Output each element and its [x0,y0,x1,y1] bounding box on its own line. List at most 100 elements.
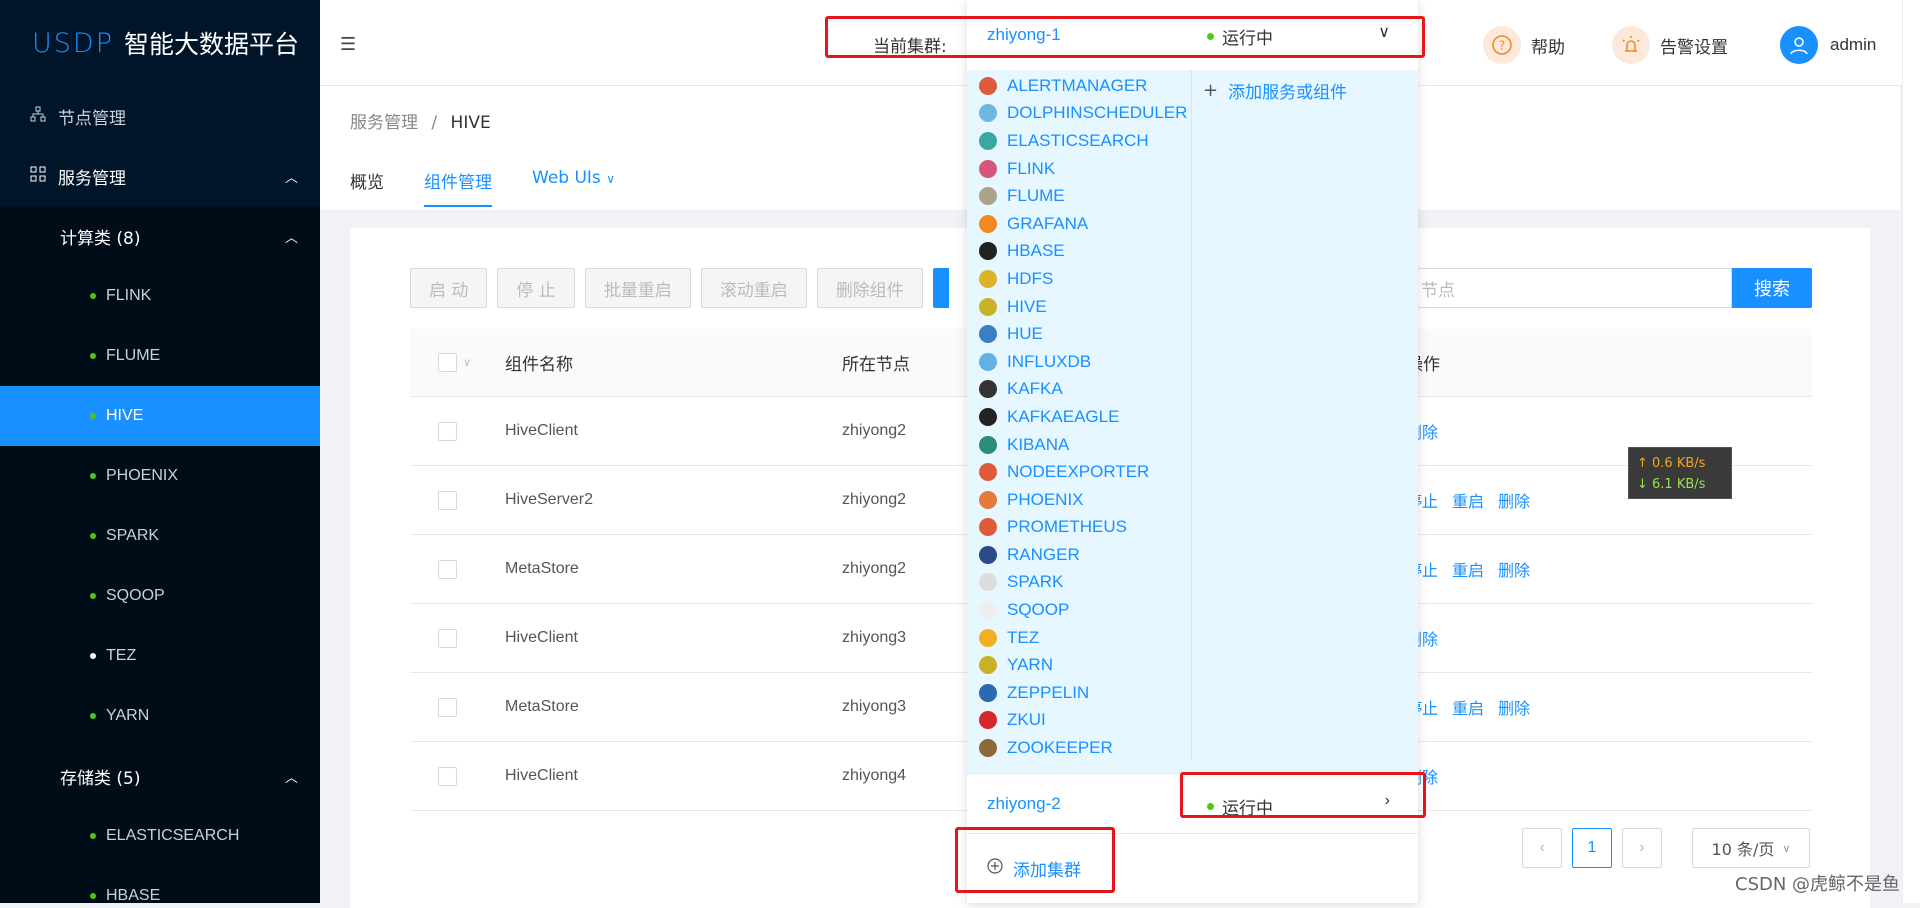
row-checkbox[interactable] [438,697,457,717]
cluster-status: 运行中 [1207,24,1273,49]
row-checkbox[interactable] [438,628,457,648]
restart-link[interactable]: 重启 [1452,557,1484,581]
sidebar-item-hive[interactable]: HIVE [0,386,320,446]
select-all-checkbox[interactable] [438,353,457,372]
row-checkbox[interactable] [438,766,457,786]
status-dot [90,653,96,659]
elasticsearch-icon [979,131,997,150]
service-item-zookeeper[interactable]: ZOOKEEPER [979,734,1192,762]
delete-component-button[interactable]: 删除组件 [816,268,923,308]
service-item-dolphinscheduler[interactable]: DOLPHINSCHEDULER [979,100,1192,128]
service-item-prometheus[interactable]: PROMETHEUS [979,514,1192,542]
row-checkbox[interactable] [438,421,457,441]
breadcrumb-parent[interactable]: 服务管理 [350,113,418,133]
kafka-icon [979,380,997,399]
add-cluster-button[interactable]: 添加集群 [967,833,1418,903]
delete-link[interactable]: 删除 [1498,557,1530,581]
hue-icon [979,325,997,344]
user-menu[interactable]: admin [1780,26,1876,64]
next-page-button[interactable]: › [1622,828,1662,868]
menu-fold-icon[interactable]: ☰ [340,34,356,55]
sidebar-item-tez[interactable]: TEZ [0,626,320,686]
app-logo[interactable]: USDP 智能大数据平台 [0,0,320,86]
restart-link[interactable]: 重启 [1452,695,1484,719]
kafkaeagle-icon [979,407,997,426]
sidebar-item-phoenix[interactable]: PHOENIX [0,446,320,506]
service-item-flume[interactable]: FLUME [979,182,1192,210]
search-input[interactable]: 节点 [1410,268,1732,308]
sidebar-item-elasticsearch[interactable]: ELASTICSEARCH [0,806,320,866]
row-checkbox[interactable] [438,559,457,579]
alarm-settings-button[interactable]: 告警设置 [1612,26,1728,64]
chevron-down-icon[interactable]: ∨ [463,356,471,369]
sidebar-item-sqoop[interactable]: SQOOP [0,566,320,626]
service-item-kafka[interactable]: KAFKA [979,376,1192,404]
search-button[interactable]: 搜索 [1732,268,1812,308]
row-checkbox[interactable] [438,490,457,510]
service-item-kibana[interactable]: KIBANA [979,431,1192,459]
restart-link[interactable]: 重启 [1452,488,1484,512]
service-item-spark[interactable]: SPARK [979,569,1192,597]
page-size-select[interactable]: 10 条/页 ∨ [1692,828,1810,868]
cell-name: HiveServer2 [505,491,594,508]
question-icon: ? [1483,26,1521,64]
cluster-option-zhiyong-2[interactable]: zhiyong-2 运行中 › [967,773,1418,833]
service-label: HDFS [1007,268,1054,288]
menu-service-management[interactable]: 服务管理 ︿ [0,146,320,206]
sidebar-item-flume[interactable]: FLUME [0,326,320,386]
batch-restart-button[interactable]: 批量重启 [584,268,691,308]
add-service-button[interactable]: + 添加服务或组件 [1203,78,1347,103]
add-component-button[interactable] [932,268,949,308]
service-item-alertmanager[interactable]: ALERTMANAGER [979,72,1192,100]
sidebar-item-flink[interactable]: FLINK [0,266,320,326]
group-storage[interactable]: 存储类 (5) ︿ [0,746,320,806]
service-item-influxdb[interactable]: INFLUXDB [979,348,1192,376]
delete-link[interactable]: 删除 [1498,695,1530,719]
service-item-hue[interactable]: HUE [979,320,1192,348]
service-label: ZKUI [1007,710,1046,730]
cluster-select[interactable]: zhiyong-1 运行中 ∨ [967,0,1418,70]
service-item-hdfs[interactable]: HDFS [979,265,1192,293]
cell-node: zhiyong2 [842,491,907,508]
service-item-flink[interactable]: FLINK [979,155,1192,183]
service-item-zkui[interactable]: ZKUI [979,707,1192,735]
menu-node-management[interactable]: 节点管理 [0,86,320,146]
sidebar-item-spark[interactable]: SPARK [0,506,320,566]
service-item-phoenix[interactable]: PHOENIX [979,486,1192,514]
delete-link[interactable]: 删除 [1498,488,1530,512]
tab-components[interactable]: 组件管理 [424,168,492,207]
tab-overview[interactable]: 概览 [350,168,384,207]
service-item-hive[interactable]: HIVE [979,293,1192,321]
service-item-sqoop[interactable]: SQOOP [979,596,1192,624]
group-compute[interactable]: 计算类 (8) ︿ [0,206,320,266]
menu-label: 服务管理 [58,168,126,189]
scrollbar[interactable] [1902,0,1920,903]
stop-button[interactable]: 停 止 [497,268,575,308]
service-item-zeppelin[interactable]: ZEPPELIN [979,679,1192,707]
service-item-ranger[interactable]: RANGER [979,541,1192,569]
help-button[interactable]: ? 帮助 [1483,26,1565,64]
service-item-elasticsearch[interactable]: ELASTICSEARCH [979,127,1192,155]
rolling-restart-button[interactable]: 滚动重启 [700,268,807,308]
status-dot [1207,33,1214,40]
page-number[interactable]: 1 [1572,828,1612,868]
service-item-grafana[interactable]: GRAFANA [979,210,1192,238]
start-button[interactable]: 启 动 [410,268,488,308]
service-item-yarn[interactable]: YARN [979,651,1192,679]
service-label: KIBANA [1007,434,1070,454]
avatar [1780,26,1818,64]
service-label: FLUME [1007,186,1065,206]
chevron-up-icon: ︿ [284,170,298,186]
service-label: ELASTICSEARCH [1007,130,1149,150]
service-item-hbase[interactable]: HBASE [979,238,1192,266]
service-item-tez[interactable]: TEZ [979,624,1192,652]
service-item-nodeexporter[interactable]: NODEEXPORTER [979,458,1192,486]
tab-webuis[interactable]: Web UIs ∨ [532,168,615,207]
sidebar-item-yarn[interactable]: YARN [0,686,320,746]
username: admin [1830,35,1877,54]
flink-icon [979,159,997,178]
sidebar-item-hbase[interactable]: HBASE [0,866,320,903]
prev-page-button[interactable]: ‹ [1522,828,1562,868]
col-node: 所在节点 [842,355,910,375]
service-item-kafkaeagle[interactable]: KAFKAEAGLE [979,403,1192,431]
